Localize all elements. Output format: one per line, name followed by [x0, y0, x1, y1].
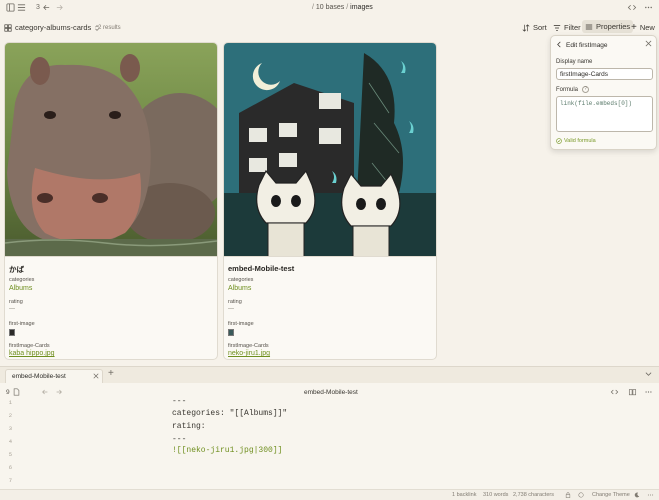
- sort-label: Sort: [533, 23, 547, 32]
- forward-arrow-icon[interactable]: [55, 3, 64, 12]
- rating-value: —: [9, 306, 15, 312]
- new-tab-plus-icon[interactable]: +: [108, 368, 114, 379]
- first-image-label: first-image: [9, 321, 35, 327]
- line-number: 1: [8, 399, 12, 406]
- properties-icon: [585, 23, 593, 31]
- breadcrumb: / 10 bases / images: [312, 4, 373, 11]
- code-line-embed[interactable]: ![[neko-jiru1.jpg|300]]: [172, 446, 282, 455]
- view-name: category-albums-cards: [15, 23, 92, 32]
- display-name-input[interactable]: firstImage-Cards: [556, 68, 653, 80]
- rating-value: —: [228, 306, 234, 312]
- cats-illustration-image: [224, 43, 436, 257]
- line-number: 5: [8, 451, 12, 458]
- display-name-label: Display name: [556, 59, 593, 65]
- properties-label: Properties: [596, 22, 631, 31]
- back-arrow-icon[interactable]: [42, 3, 51, 12]
- hippo-image: [5, 43, 217, 257]
- code-view-icon[interactable]: [627, 3, 637, 12]
- back-chevron-icon[interactable]: [556, 41, 562, 48]
- sort-button[interactable]: Sort: [522, 23, 547, 32]
- code-line: ---: [172, 435, 187, 444]
- source-mode-icon[interactable]: [610, 388, 619, 396]
- sidebar-toggle-icon[interactable]: [6, 3, 15, 12]
- tab-list-chevron-icon[interactable]: [645, 371, 652, 377]
- backlinks-status[interactable]: 1 backlink: [452, 492, 476, 498]
- first-image-thumbnail[interactable]: [9, 329, 15, 336]
- status-bar: 1 backlink 310 words 2,738 characters Ch…: [0, 489, 659, 500]
- help-icon[interactable]: ?: [582, 86, 589, 93]
- plus-icon: +: [631, 21, 637, 33]
- tab-close-icon[interactable]: [93, 373, 99, 379]
- editor-forward-arrow-icon[interactable]: [55, 388, 63, 396]
- firstimage-cards-label: firstImage-Cards: [228, 343, 269, 349]
- firstimage-cards-link[interactable]: neko-jiru1.jpg: [228, 350, 270, 357]
- top-bar: 3 / 10 bases / images: [0, 0, 659, 18]
- categories-label: categories: [9, 277, 35, 283]
- valid-formula-text: Valid formula: [564, 138, 596, 144]
- card-title[interactable]: embed-Mobile-test: [228, 264, 294, 273]
- file-icon[interactable]: [13, 388, 20, 396]
- change-theme-button[interactable]: Change Theme: [592, 492, 630, 498]
- rating-label: rating: [9, 299, 23, 305]
- line-number: 2: [8, 412, 12, 419]
- categories-label: categories: [228, 277, 254, 283]
- more-options-icon[interactable]: [644, 3, 653, 12]
- code-line: ---: [172, 397, 187, 406]
- breadcrumb-separator: /: [346, 4, 349, 11]
- status-more-icon[interactable]: [647, 492, 654, 498]
- moon-icon[interactable]: [634, 492, 640, 498]
- first-image-thumbnail[interactable]: [228, 329, 234, 336]
- line-number: 3: [8, 425, 12, 432]
- line-number: 7: [8, 477, 12, 484]
- check-circle-icon: [556, 138, 562, 144]
- firstimage-cards-label: firstImage-Cards: [9, 343, 50, 349]
- new-button[interactable]: + New: [631, 21, 655, 33]
- editor-header-title: embed-Mobile-test: [304, 389, 358, 396]
- sync-icon[interactable]: [578, 492, 584, 498]
- word-count: 310 words: [483, 492, 509, 498]
- editor-more-icon[interactable]: [644, 388, 653, 396]
- new-label: New: [639, 23, 655, 32]
- rating-label: rating: [228, 299, 242, 305]
- close-icon[interactable]: [645, 40, 652, 47]
- code-line: rating:: [172, 422, 206, 431]
- view-selector[interactable]: category-albums-cards: [4, 23, 100, 32]
- card-kaba[interactable]: かば categories Albums rating — first-imag…: [4, 42, 218, 360]
- reading-view-icon[interactable]: [628, 388, 637, 396]
- formula-label: Formula: [556, 87, 579, 93]
- categories-value[interactable]: Albums: [228, 285, 251, 292]
- card-embed-mobile-test[interactable]: embed-Mobile-test categories Albums rati…: [223, 42, 437, 360]
- line-number: 4: [8, 438, 12, 445]
- code-line: categories: "[[Albums]]": [172, 409, 288, 418]
- list-icon[interactable]: [17, 3, 26, 12]
- sort-icon: [522, 23, 530, 32]
- card-title[interactable]: かば: [9, 264, 24, 275]
- lock-icon[interactable]: [565, 492, 571, 498]
- popup-title: Edit firstImage: [566, 42, 608, 49]
- formula-valid-status: Valid formula: [556, 138, 596, 144]
- history-count: 3: [36, 4, 40, 11]
- character-count: 2,738 characters: [513, 492, 554, 498]
- edit-property-popup: Edit firstImage Display name firstImage-…: [550, 35, 657, 150]
- properties-button[interactable]: Properties: [582, 20, 634, 33]
- first-image-label: first-image: [228, 321, 254, 327]
- markdown-editor[interactable]: 9 embed-Mobile-test 1 --- 2 categories: …: [0, 383, 659, 489]
- line-number: 6: [8, 464, 12, 471]
- filter-button[interactable]: Filter: [553, 23, 581, 32]
- editor-tab[interactable]: embed-Mobile-test: [5, 369, 103, 383]
- cards-view-icon: [4, 23, 12, 32]
- tab-title: embed-Mobile-test: [12, 373, 66, 380]
- editor-back-arrow-icon[interactable]: [41, 388, 49, 396]
- firstimage-cards-link[interactable]: kaba hippo.jpg: [9, 350, 55, 357]
- filter-label: Filter: [564, 23, 581, 32]
- breadcrumb-current[interactable]: images: [350, 4, 373, 11]
- breadcrumb-parent[interactable]: 10 bases: [316, 4, 344, 11]
- formula-editor[interactable]: link(file.embeds[0]): [556, 96, 653, 132]
- backlink-count: 9: [6, 389, 10, 396]
- categories-value[interactable]: Albums: [9, 285, 32, 292]
- results-count: 2 results: [98, 25, 121, 31]
- filter-icon: [553, 24, 561, 32]
